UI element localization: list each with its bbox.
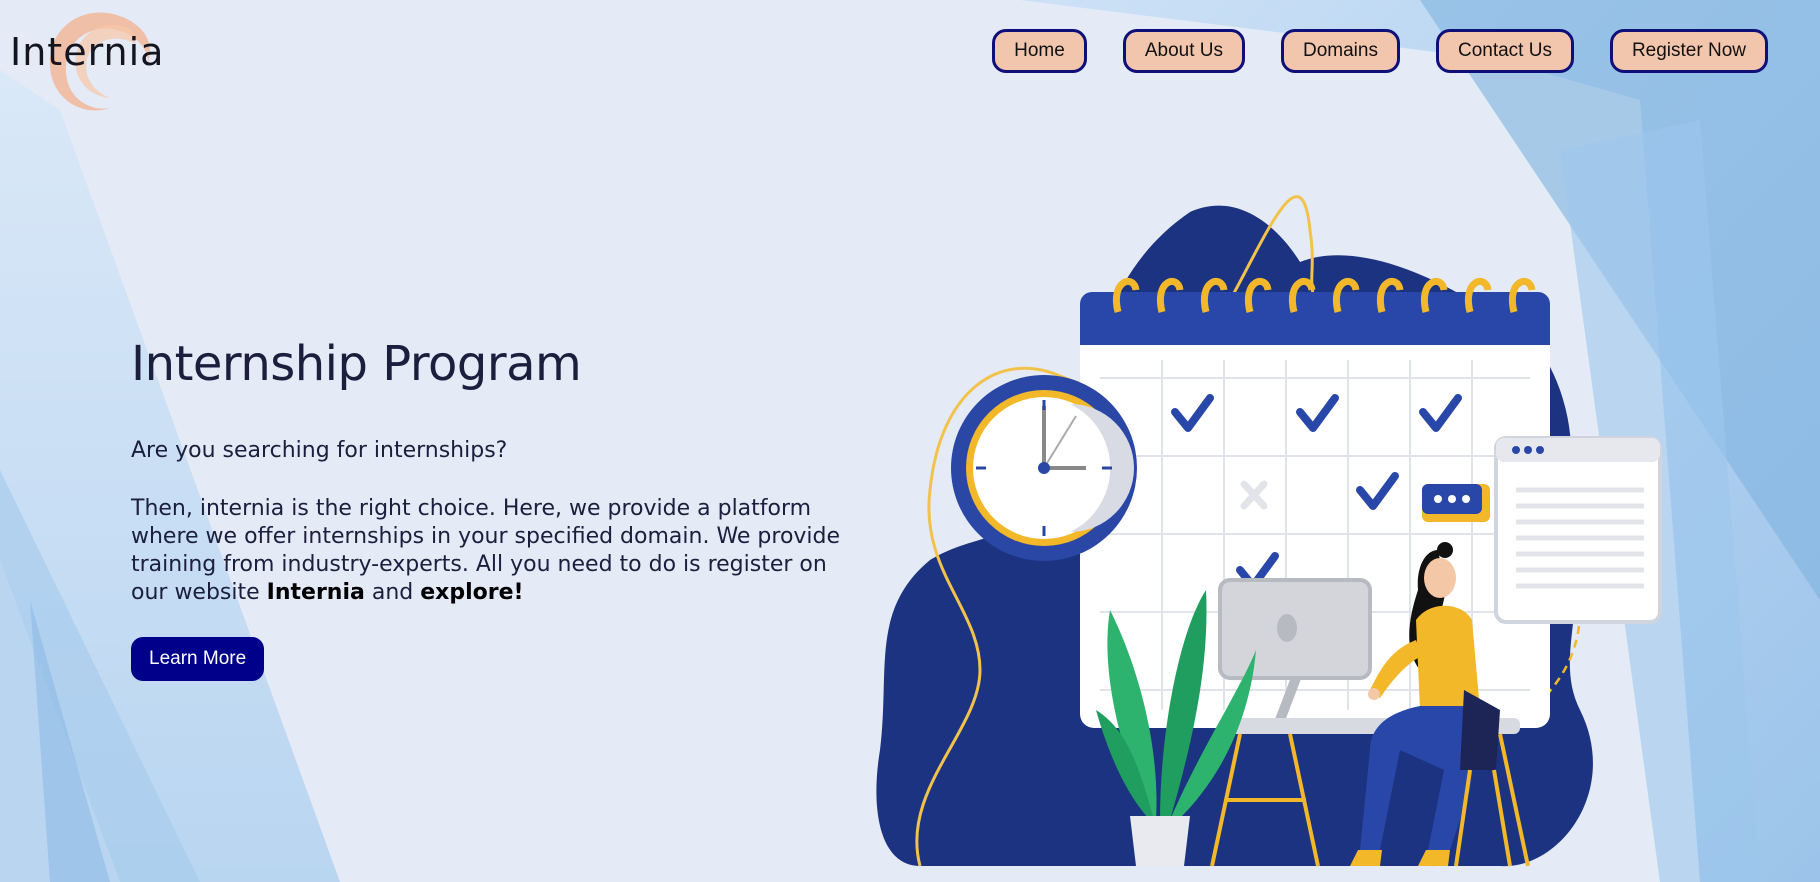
- nav-home-button[interactable]: Home: [992, 29, 1087, 73]
- nav-contact-us-button[interactable]: Contact Us: [1435, 29, 1574, 73]
- brand-logo[interactable]: Internia: [10, 12, 170, 118]
- clock-icon: [951, 375, 1137, 561]
- hero-explore-text: explore!: [420, 580, 524, 605]
- document-window-icon: [1494, 436, 1662, 624]
- hero-brand-mention: Internia: [266, 580, 365, 605]
- hero-question: Are you searching for internships?: [131, 438, 508, 463]
- hero-description: Then, internia is the right choice. Here…: [131, 495, 866, 607]
- nav-domains-button[interactable]: Domains: [1280, 29, 1400, 73]
- nav-register-now-button[interactable]: Register Now: [1609, 29, 1768, 73]
- internship-illustration: [876, 195, 1662, 867]
- chat-bubble-icon: [1422, 484, 1490, 522]
- top-navigation: Home About Us Domains Contact Us Registe…: [992, 29, 1768, 73]
- learn-more-button[interactable]: Learn More: [131, 637, 265, 681]
- nav-about-us-button[interactable]: About Us: [1122, 29, 1245, 73]
- brand-name: Internia: [10, 30, 165, 74]
- hero-title: Internship Program: [131, 336, 582, 392]
- hero-section: Internship Program Are you searching for…: [131, 336, 871, 681]
- hero-and-text: and: [364, 580, 421, 605]
